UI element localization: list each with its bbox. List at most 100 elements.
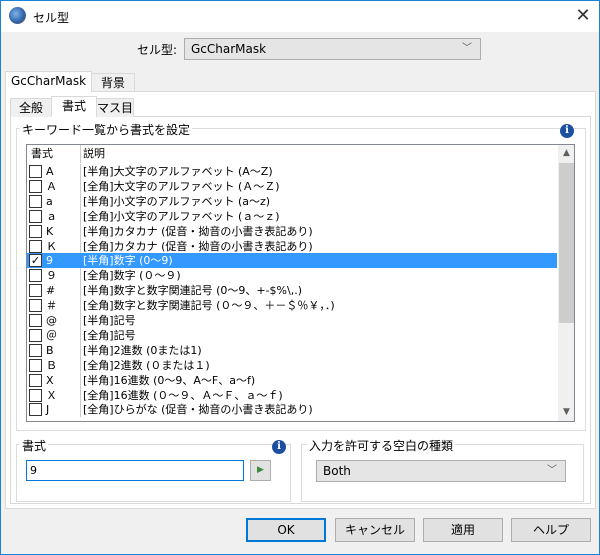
chevron-down-icon: ﹀ [462,43,472,54]
info-icon[interactable]: i [560,124,574,138]
format-char: Ａ [46,179,57,193]
description: [全角]小文字のアルファベット (ａ～ｚ) [80,208,280,224]
whitespace-value: Both [323,464,351,478]
title-bar: セル型 ✕ [1,1,599,32]
whitespace-combo[interactable]: Both ﹀ [316,460,566,482]
format-char: a [46,194,53,208]
format-char: ＠ [46,328,57,342]
close-icon[interactable]: ✕ [571,4,595,28]
checkbox[interactable] [29,194,42,208]
whitespace-group-title: 入力を許可する空白の種類 [307,437,456,454]
description: [全角]ひらがな (促音・拗音の小書き表記あり) [80,402,313,418]
description: [全角]数字 (０～９) [80,268,181,284]
play-arrow-button[interactable]: ▶ [250,460,271,481]
list-item[interactable]: Ｋ [全角]カタカナ (促音・拗音の小書き表記あり) [27,238,557,254]
description: [半角]記号 [80,313,136,328]
checkbox[interactable] [29,373,42,387]
checkbox[interactable] [29,239,42,253]
list-item[interactable]: a [半角]小文字のアルファベット (a～z) [27,193,557,209]
description: [全角]カタカナ (促音・拗音の小書き表記あり) [80,238,313,254]
checkbox[interactable] [29,388,42,402]
tab-background[interactable]: 背景 [91,73,135,92]
list-item[interactable]: B [半角]2進数 (0または1) [27,342,557,358]
tab-grid[interactable]: マス目 [96,98,134,117]
checkbox[interactable] [29,403,42,417]
description: [半角]16進数 (0～9、A～F、a～f) [80,372,255,388]
checkbox[interactable] [29,314,42,327]
cell-type-combo[interactable]: GcCharMask ﹀ [184,38,481,60]
format-char: # [46,284,56,298]
list-item[interactable]: X [半角]16進数 (0～9、A～F、a～f) [27,372,557,388]
checkbox[interactable] [29,358,42,372]
scroll-up-icon[interactable]: ▲ [558,145,574,162]
dialog-window: セル型 ✕ セル型: GcCharMask ﹀ GcCharMask 背景 全般… [0,0,600,555]
list-header: 書式 説明 [27,145,557,163]
scroll-down-icon[interactable]: ▼ [558,404,574,421]
list-item[interactable]: J [全角]ひらがな (促音・拗音の小書き表記あり) [27,402,557,418]
list-item[interactable]: Ａ [全角]大文字のアルファベット (Ａ～Ｚ) [27,178,557,194]
format-char: J [46,403,50,417]
list-item[interactable]: @ [半角]記号 [27,313,557,328]
format-char: 9 [46,254,53,268]
description: [半角]2進数 (0または1) [80,342,202,358]
chevron-down-icon: ﹀ [547,465,557,476]
checkbox[interactable] [29,328,42,342]
format-input[interactable]: 9 [26,460,244,481]
format-char: @ [46,314,57,327]
list-item[interactable]: Ｘ [全角]16進数 (０～９、Ａ～Ｆ、ａ～ｆ) [27,387,557,403]
cancel-button[interactable]: キャンセル [335,518,415,542]
list-item[interactable]: ✓ 9 [半角]数字 (0～9) [27,253,557,269]
checkbox[interactable] [29,284,42,298]
window-title: セル型 [33,11,70,25]
cell-type-label: セル型: [137,43,178,57]
description: [半角]数字と数字関連記号 (0～9、+-$%\,.) [80,283,302,299]
checkbox[interactable] [29,224,42,238]
format-char: ａ [46,209,57,223]
apply-button[interactable]: 適用 [423,518,503,542]
description: [半角]小文字のアルファベット (a～z) [80,193,270,209]
description: [全角]数字と数字関連記号 (０～９、＋－＄％￥，．) [80,298,335,314]
description: [全角]16進数 (０～９、Ａ～Ｆ、ａ～ｆ) [80,387,283,403]
checkbox[interactable] [29,165,42,178]
checkbox[interactable]: ✓ [29,254,42,268]
cell-type-value: GcCharMask [191,42,267,56]
tab-general[interactable]: 全般 [10,98,52,117]
checkbox[interactable] [29,299,42,313]
format-char: A [46,165,54,178]
checkbox[interactable] [29,343,42,357]
scrollbar-thumb[interactable] [559,163,574,323]
info-icon[interactable]: i [272,440,286,454]
list-item[interactable]: ａ [全角]小文字のアルファベット (ａ～ｚ) [27,208,557,224]
column-header-format[interactable]: 書式 [31,145,53,163]
list-item[interactable]: ９ [全角]数字 (０～９) [27,268,557,284]
description: [半角]カタカナ (促音・拗音の小書き表記あり) [80,223,313,239]
format-char: Ｘ [46,388,57,402]
description: [全角]大文字のアルファベット (Ａ～Ｚ) [80,178,280,194]
column-header-description[interactable]: 説明 [80,145,105,163]
list-item[interactable]: ＠ [全角]記号 [27,327,557,343]
format-group-title: 書式 [20,437,49,454]
format-char: ９ [46,269,57,283]
list-item[interactable]: K [半角]カタカナ (促音・拗音の小書き表記あり) [27,223,557,239]
vertical-scrollbar[interactable]: ▲ ▼ [558,145,574,421]
ok-button[interactable]: OK [246,518,326,542]
list-item[interactable]: # [半角]数字と数字関連記号 (0～9、+-$%\,.) [27,283,557,299]
tab-gccharmask[interactable]: GcCharMask [5,71,92,92]
list-item[interactable]: Ｂ [全角]2進数 (０または１) [27,357,557,373]
globe-icon [9,7,26,24]
keyword-group-title: キーワード一覧から書式を設定 [20,121,193,138]
keyword-list[interactable]: 書式 説明 A [半角]大文字のアルファベット (A～Z) Ａ [全角]大文字のアルフ… [26,144,575,422]
list-item[interactable]: ＃ [全角]数字と数字関連記号 (０～９、＋－＄％￥，．) [27,298,557,314]
format-char: Ｂ [46,358,57,372]
format-char: Ｋ [46,239,57,253]
format-char: X [46,373,54,387]
format-char: K [46,224,54,238]
help-button[interactable]: ヘルプ [511,518,591,542]
format-char: ＃ [46,299,57,313]
checkbox[interactable] [29,179,42,193]
checkbox[interactable] [29,209,42,223]
description: [全角]記号 [80,327,136,343]
tab-format[interactable]: 書式 [51,96,97,117]
checkbox[interactable] [29,269,42,283]
list-item[interactable]: A [半角]大文字のアルファベット (A～Z) [27,164,557,179]
